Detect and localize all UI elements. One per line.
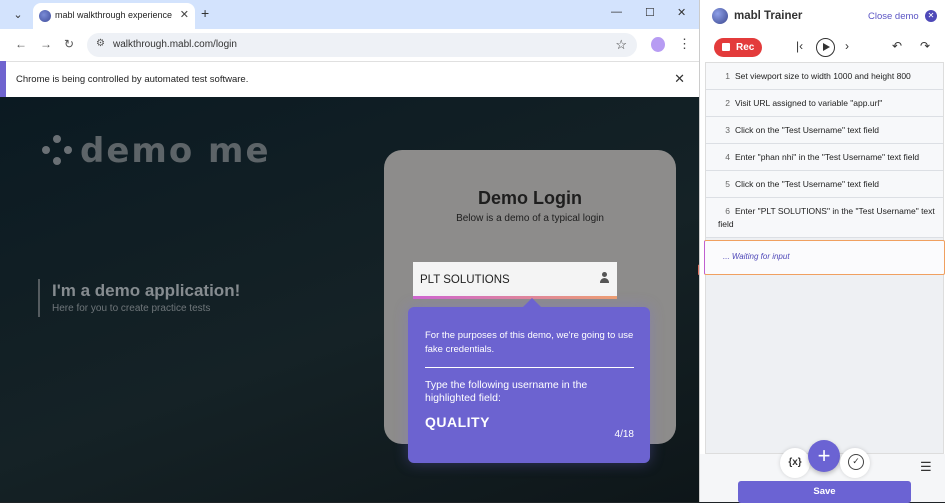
- tooltip-arrow: [522, 298, 542, 308]
- redo-icon[interactable]: ↷: [920, 39, 930, 53]
- tooltip-text-credentials: For the purposes of this demo, we're goi…: [425, 330, 634, 355]
- navigation-bar: ← → ↻ ⚙ walkthrough.mabl.com/login ☆: [0, 29, 699, 61]
- undo-icon[interactable]: ↶: [892, 39, 902, 53]
- variables-button[interactable]: {x}: [780, 448, 810, 478]
- tab-bar: ⌄ mabl walkthrough experience ✕ + — ☐ ✕: [0, 0, 699, 29]
- tooltip-divider: [425, 367, 634, 368]
- tab-mabl-walkthrough[interactable]: mabl walkthrough experience ✕: [33, 3, 195, 29]
- hero-subtitle: Here for you to create practice tests: [52, 303, 211, 314]
- save-button[interactable]: Save: [738, 481, 911, 503]
- automation-message: Chrome is being controlled by automated …: [16, 74, 249, 85]
- trainer-footer: {x} + ☰ Save: [700, 440, 945, 503]
- tab-close-icon[interactable]: ✕: [180, 8, 189, 21]
- assert-check-icon[interactable]: [840, 448, 870, 478]
- step-text: Set viewport size to width 1000 and heig…: [735, 71, 911, 81]
- step-text: Enter "PLT SOLUTIONS" in the "Test Usern…: [718, 206, 935, 229]
- step-number: 3: [725, 125, 730, 135]
- step-row[interactable]: 1 Set viewport size to width 1000 and he…: [706, 63, 943, 90]
- trainer-title: mabl Trainer: [734, 10, 803, 22]
- maximize-icon[interactable]: ☐: [645, 6, 655, 19]
- mabl-logo-icon: [712, 8, 728, 24]
- logo-dots-icon: [42, 135, 72, 165]
- step-forward-icon[interactable]: ›: [845, 39, 849, 53]
- waiting-text: ... Waiting for input: [723, 252, 790, 261]
- username-field[interactable]: PLT SOLUTIONS: [413, 262, 617, 299]
- tooltip-text-instruction: Type the following username in the highl…: [425, 379, 588, 404]
- record-label: Rec: [736, 42, 755, 53]
- steps-list: 1 Set viewport size to width 1000 and he…: [704, 62, 945, 454]
- bookmark-star-icon[interactable]: ☆: [615, 37, 627, 53]
- new-tab-button[interactable]: +: [201, 5, 209, 21]
- step-text: Visit URL assigned to variable "app.url": [735, 98, 883, 108]
- trainer-header: mabl Trainer Close demo ✕: [700, 0, 945, 32]
- settings-sliders-icon[interactable]: ☰: [920, 459, 932, 475]
- hero-block: I'm a demo application! Here for you to …: [38, 279, 240, 317]
- skip-to-start-icon[interactable]: |‹: [796, 39, 803, 53]
- forward-icon[interactable]: →: [40, 37, 52, 51]
- step-text: Click on the "Test Username" text field: [735, 125, 879, 135]
- address-bar[interactable]: ⚙ walkthrough.mabl.com/login ☆: [87, 33, 637, 57]
- step-number: 1: [725, 71, 730, 81]
- browser-menu-icon[interactable]: ⋮: [678, 36, 691, 52]
- step-row[interactable]: 4 Enter "phan nhi" in the "Test Username…: [706, 144, 943, 171]
- step-number: 5: [725, 179, 730, 189]
- reload-icon[interactable]: ↻: [64, 37, 74, 51]
- logo-text: demo me: [80, 131, 271, 171]
- tooltip-progress: 4/18: [614, 429, 634, 440]
- login-title: Demo Login: [478, 188, 582, 208]
- mabl-trainer-panel: mabl Trainer Close demo ✕ Rec |‹ › ↶ ↷ 1…: [699, 0, 945, 503]
- step-text: Click on the "Test Username" text field: [735, 179, 879, 189]
- minimize-icon[interactable]: —: [611, 6, 622, 18]
- site-info-icon[interactable]: ⚙: [96, 38, 105, 49]
- back-icon[interactable]: ←: [15, 37, 27, 51]
- record-stop-icon: [722, 43, 730, 51]
- url-text: walkthrough.mabl.com/login: [113, 39, 237, 50]
- browser-window: ⌄ mabl walkthrough experience ✕ + — ☐ ✕ …: [0, 0, 699, 502]
- record-button[interactable]: Rec: [714, 38, 762, 57]
- username-value: PLT SOLUTIONS: [420, 274, 510, 286]
- infobar-close-icon[interactable]: ✕: [674, 71, 685, 87]
- automation-infobar: Chrome is being controlled by automated …: [0, 61, 699, 97]
- side-accent: [0, 61, 6, 97]
- close-demo-icon[interactable]: ✕: [925, 10, 937, 22]
- extension-icon[interactable]: [651, 37, 665, 52]
- play-icon[interactable]: [816, 38, 835, 57]
- step-row[interactable]: 6 Enter "PLT SOLUTIONS" in the "Test Use…: [706, 198, 943, 238]
- trainer-toolbar: Rec |‹ › ↶ ↷: [700, 34, 945, 62]
- mabl-favicon-icon: [39, 10, 51, 22]
- walkthrough-tooltip: For the purposes of this demo, we're goi…: [408, 298, 650, 463]
- step-row[interactable]: 2 Visit URL assigned to variable "app.ur…: [706, 90, 943, 117]
- step-number: 4: [725, 152, 730, 162]
- step-row[interactable]: 5 Click on the "Test Username" text fiel…: [706, 171, 943, 198]
- step-row[interactable]: 3 Click on the "Test Username" text fiel…: [706, 117, 943, 144]
- add-step-button[interactable]: +: [808, 440, 840, 472]
- tab-title: mabl walkthrough experience: [55, 10, 173, 20]
- hero-title: I'm a demo application!: [52, 281, 241, 300]
- tab-search-icon[interactable]: ⌄: [8, 5, 28, 25]
- login-subtitle: Below is a demo of a typical login: [456, 213, 604, 224]
- tooltip-username: QUALITY: [425, 414, 490, 430]
- person-icon: [600, 272, 609, 284]
- waiting-input-row[interactable]: ... Waiting for input: [704, 240, 945, 275]
- close-demo-link[interactable]: Close demo: [868, 11, 919, 22]
- step-number: 2: [725, 98, 730, 108]
- window-close-icon[interactable]: ✕: [677, 6, 686, 19]
- step-text: Enter "phan nhi" in the "Test Username" …: [735, 152, 920, 162]
